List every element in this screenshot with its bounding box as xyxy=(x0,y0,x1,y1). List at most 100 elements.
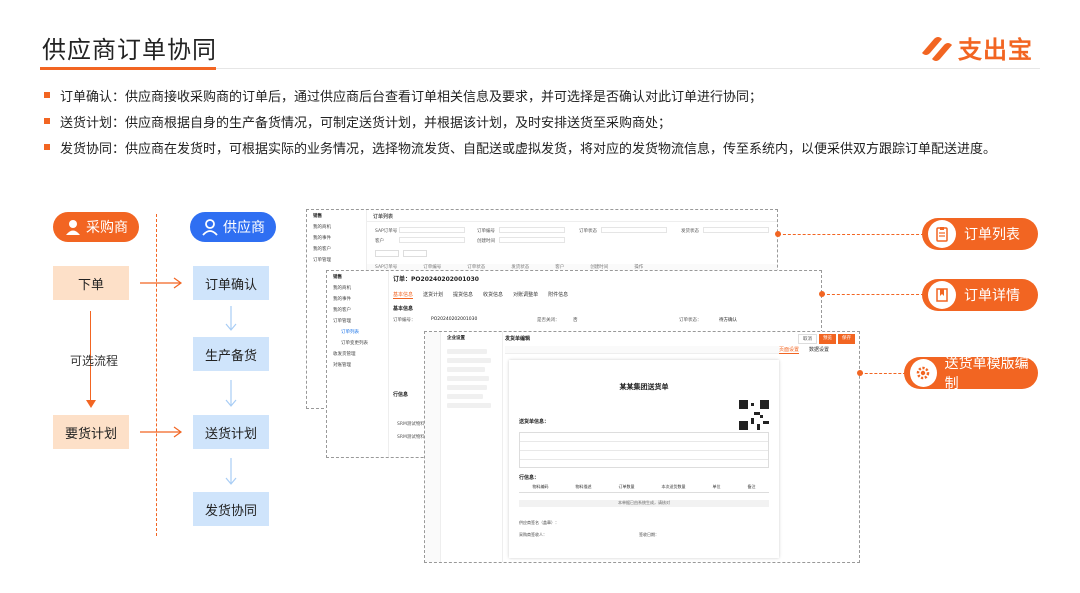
sidebar-item[interactable]: 订单变更列表 xyxy=(327,337,388,348)
flow-step-demand-plan: 要货计划 xyxy=(53,415,129,449)
field-closed-value: 否 xyxy=(573,318,578,323)
detail-sidebar: 销售 我的商机 我的事件 我的客户 订单管理 订单列表 订单变更列表 收发货管理… xyxy=(327,271,389,457)
sidebar-item[interactable]: 我的事件 xyxy=(307,232,366,243)
callout-label: 送货单模版编制 xyxy=(944,356,1029,392)
section-lines-title: 行信息 xyxy=(393,392,409,398)
tab-basic[interactable]: 基本信息 xyxy=(393,291,414,299)
callout-connector xyxy=(822,294,924,295)
callout-dot xyxy=(857,370,863,376)
sidebar-item[interactable]: 订单管理 xyxy=(327,315,388,326)
doc-lines-title: 行信息： xyxy=(519,475,540,481)
flow-step-shipping: 发货协同 xyxy=(193,492,269,526)
bullet-text: 供应商根据自身的生产备货情况，可制定送货计划，并根据该计划，及时安排送货至采购商… xyxy=(125,115,672,131)
sidebar-title: 销售 xyxy=(333,274,342,280)
line-item: SRM测试物料 xyxy=(397,422,425,427)
arrow-right-icon xyxy=(140,426,183,438)
search-button[interactable] xyxy=(375,250,399,257)
brand-logo: 支出宝 xyxy=(918,30,1033,65)
callout-connector xyxy=(860,373,906,374)
sidebar-item[interactable]: 我的客户 xyxy=(307,243,366,254)
tab-attachments[interactable]: 附件信息 xyxy=(548,291,568,299)
zhichubao-logo-icon xyxy=(922,36,952,61)
bullet-key: 送货计划： xyxy=(60,115,126,131)
tab-adjustment[interactable]: 对账调整单 xyxy=(513,291,538,299)
bullet-key: 发货协同： xyxy=(60,141,126,157)
page-title: 供应商订单协同 xyxy=(42,36,217,64)
sidebar-item[interactable]: 收发货管理 xyxy=(327,348,388,359)
doc-basic-title: 送货单信息： xyxy=(519,419,550,425)
sidebar-item[interactable]: 我的商机 xyxy=(327,282,388,293)
supplier-avatar-icon xyxy=(202,219,218,236)
sign-label: 采购商签收人： xyxy=(519,532,547,537)
list-header: 订单列表 xyxy=(367,210,777,222)
filter-label: 发货状态 xyxy=(681,229,699,234)
field-status-value: 待方确认 xyxy=(719,318,737,323)
tab-delivery-plan[interactable]: 送货计划 xyxy=(423,291,443,299)
filter-select[interactable] xyxy=(703,227,769,233)
template-sidebar: 企业设置 xyxy=(441,332,503,562)
sign-label: 供应商签名（盖章）： xyxy=(519,520,559,525)
filter-input[interactable] xyxy=(499,227,565,233)
sidebar-item[interactable]: 我的商机 xyxy=(307,221,366,232)
callout-template: 送货单模版编制 xyxy=(904,356,1038,392)
template-canvas[interactable]: 某某集团送货单 送货单信息： 行信息： 物料编码 物料描述 订单数量 本次送货数… xyxy=(509,360,779,558)
filter-label: 订单状态 xyxy=(579,229,597,234)
sidebar-item[interactable]: 对账管理 xyxy=(327,359,388,370)
callout-label: 订单详情 xyxy=(964,288,1020,304)
doc-footer-note: 本单据已由系统生成，请核对 xyxy=(519,500,769,507)
cancel-button[interactable]: 取消 xyxy=(798,334,817,344)
field-closed-label: 是否关闭： xyxy=(537,318,560,323)
bullet-list: 订单确认： 供应商接收采购商的订单后，通过供应商后台查看订单相关信息及要求，并可… xyxy=(44,82,1054,160)
filter-label: 创建时间 xyxy=(477,239,495,244)
callout-dot xyxy=(775,231,781,237)
line-column: 本次送货数量 xyxy=(661,484,686,489)
line-column: 订单数量 xyxy=(618,484,635,489)
bullet-item: 送货计划： 供应商根据自身的生产备货情况，可制定送货计划，并根据该计划，及时安排… xyxy=(44,108,1054,134)
filter-input[interactable] xyxy=(399,227,465,233)
sidebar-item[interactable]: 我的事件 xyxy=(327,293,388,304)
bullet-marker xyxy=(44,144,50,150)
optional-flow-label: 可选流程 xyxy=(70,354,119,368)
order-title: 订单：PO20240202001030 xyxy=(393,274,479,283)
field-order-no-label: 订单编号： xyxy=(393,318,416,323)
qr-code-icon xyxy=(739,400,769,430)
flow-divider xyxy=(156,214,157,536)
bullet-item: 发货协同： 供应商在发货时，可根据实际的业务情况，选择物流发货、自配送或虚拟发货… xyxy=(44,134,1054,160)
preview-button[interactable]: 预览 xyxy=(819,334,836,344)
line-column: 单位 xyxy=(712,484,721,489)
arrow-right-icon xyxy=(140,277,183,289)
buyer-pill: 采购商 xyxy=(53,212,139,242)
sidebar-item[interactable]: 我的客户 xyxy=(327,304,388,315)
bullet-key: 订单确认： xyxy=(60,89,126,105)
buyer-label: 采购商 xyxy=(86,220,128,236)
arrow-down-icon xyxy=(225,380,237,407)
sidebar-title: 企业设置 xyxy=(447,335,465,341)
field-status-label: 订单状态： xyxy=(679,318,702,323)
tab-receipt[interactable]: 收货信息 xyxy=(483,291,503,299)
bullet-item: 订单确认： 供应商接收采购商的订单后，通过供应商后台查看订单相关信息及要求，并可… xyxy=(44,82,1054,108)
sidebar-item[interactable]: 订单管理 xyxy=(307,254,366,265)
line-item: SRM测试物料 xyxy=(397,435,425,440)
flow-step-place-order: 下单 xyxy=(53,266,129,300)
line-column: 物料描述 xyxy=(575,484,592,489)
buyer-avatar-icon xyxy=(66,220,80,235)
order-title-label: 订单： xyxy=(393,276,412,283)
sidebar-item-active[interactable]: 订单列表 xyxy=(327,326,388,337)
field-order-no-value: PO20240202001030 xyxy=(431,317,478,322)
reset-button[interactable] xyxy=(403,250,427,257)
tab-data-settings[interactable]: 数据设置 xyxy=(809,346,829,354)
save-button[interactable]: 保存 xyxy=(838,334,855,344)
tab-page-settings[interactable]: 页面设置 xyxy=(778,346,799,354)
tab-pickup[interactable]: 提货信息 xyxy=(453,291,473,299)
arrow-down-icon xyxy=(225,458,237,485)
filter-date[interactable] xyxy=(499,237,565,243)
filter-label: SAP订单号 xyxy=(375,229,398,234)
sign-label: 签收日期： xyxy=(639,532,659,537)
gear-icon xyxy=(910,359,937,387)
editor-toolbar[interactable] xyxy=(505,346,779,354)
line-column: 备注 xyxy=(747,484,756,489)
filter-input[interactable] xyxy=(399,237,465,243)
filter-select[interactable] xyxy=(601,227,667,233)
doc-basic-table xyxy=(519,432,769,468)
order-number: PO20240202001030 xyxy=(411,276,479,283)
